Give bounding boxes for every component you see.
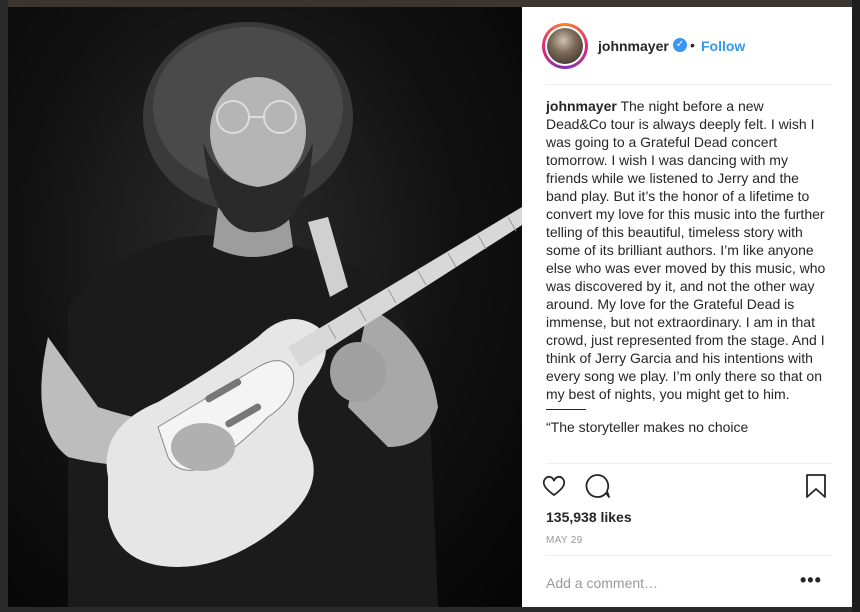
caption-divider xyxy=(546,463,832,464)
caption-username-link[interactable]: johnmayer xyxy=(546,98,617,114)
post-photo[interactable] xyxy=(8,7,522,607)
header-separator: • xyxy=(690,37,695,53)
post-caption: johnmayer The night before a new Dead&Co… xyxy=(546,97,828,461)
add-comment-input[interactable] xyxy=(546,573,786,593)
caption-text: The night before a new Dead&Co tour is a… xyxy=(546,98,826,402)
follow-button[interactable]: Follow xyxy=(701,38,745,54)
page-backdrop-left xyxy=(0,0,8,612)
post-header: johnmayer ✓ • Follow xyxy=(522,7,852,85)
avatar-image xyxy=(547,28,583,64)
caption-quote-text: “The storyteller makes no choice xyxy=(546,419,749,435)
likes-count[interactable]: 135,938 likes xyxy=(546,509,632,525)
comment-divider xyxy=(546,555,832,556)
page-backdrop-right xyxy=(852,0,860,612)
caption-rule xyxy=(546,409,586,410)
more-options-button[interactable]: ••• xyxy=(800,571,822,589)
bookmark-icon[interactable] xyxy=(802,472,830,500)
avatar[interactable] xyxy=(545,26,585,66)
post-side-panel: johnmayer ✓ • Follow johnmayer The night… xyxy=(522,7,852,607)
header-divider xyxy=(546,84,832,85)
username-link[interactable]: johnmayer xyxy=(598,38,669,54)
guitarist-photo-illustration xyxy=(41,22,522,607)
comment-icon[interactable] xyxy=(584,472,612,500)
page-backdrop-top xyxy=(0,0,860,7)
post-date[interactable]: MAY 29 xyxy=(546,535,582,546)
action-bar xyxy=(540,472,834,502)
avatar-story-ring[interactable] xyxy=(542,23,588,69)
verified-badge-icon: ✓ xyxy=(673,38,687,52)
heart-icon[interactable] xyxy=(540,472,568,500)
